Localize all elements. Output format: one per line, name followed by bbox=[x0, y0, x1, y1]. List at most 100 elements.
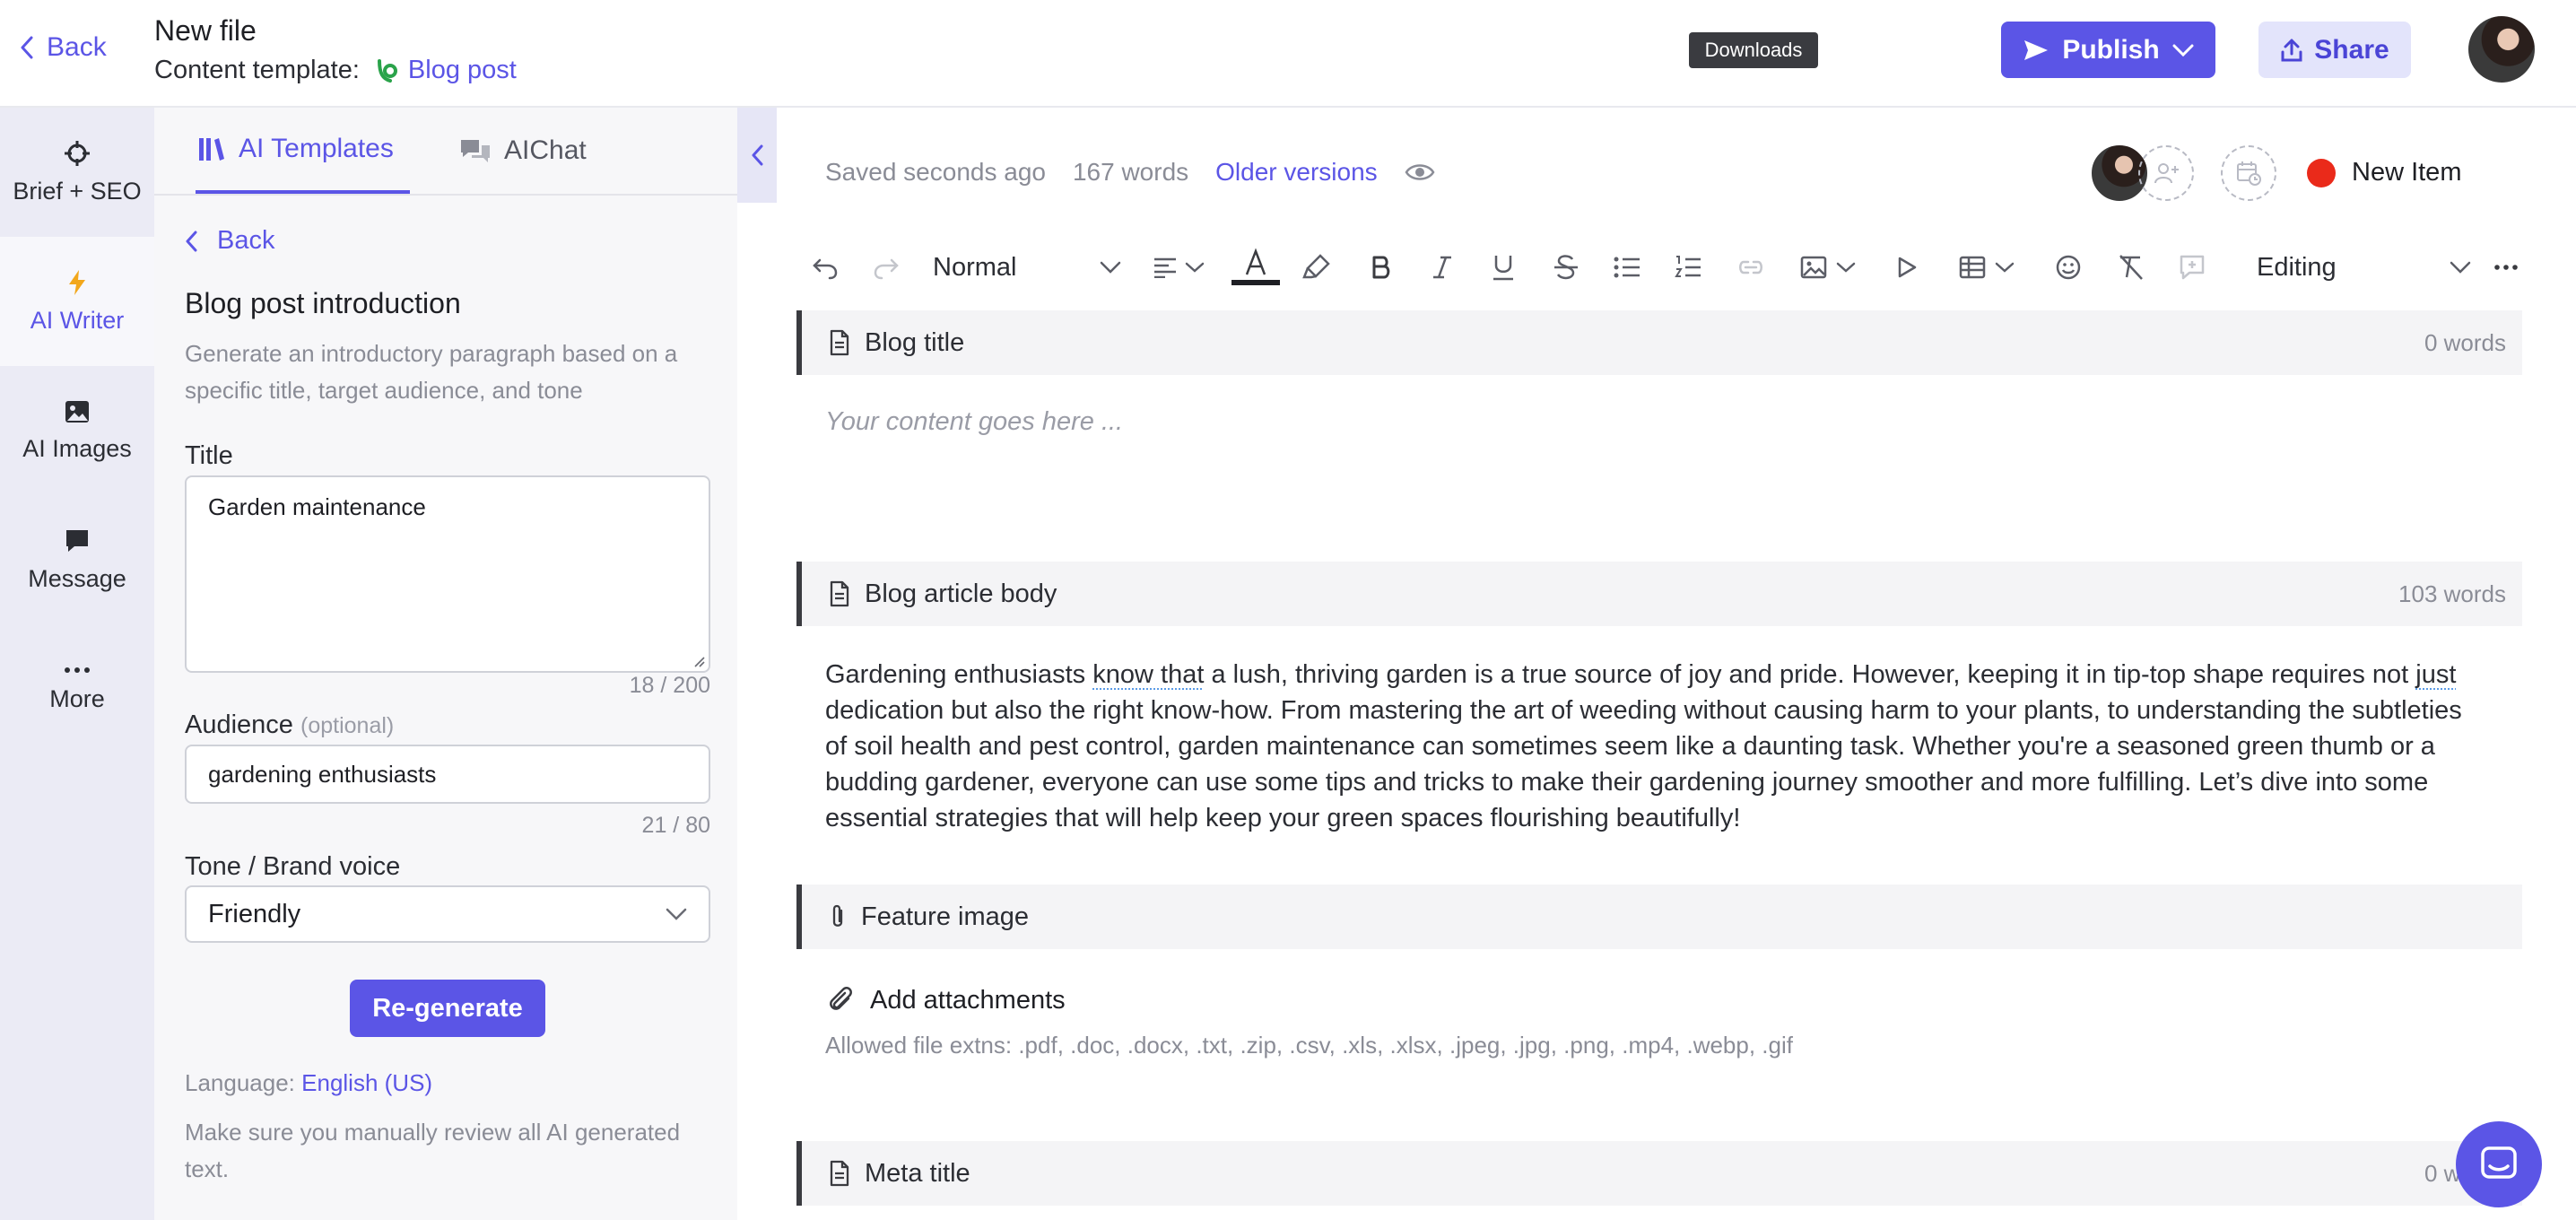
rail-label: AI Images bbox=[22, 434, 132, 462]
tone-select[interactable]: Friendly bbox=[185, 885, 710, 943]
paragraph-style-value: Normal bbox=[933, 252, 1017, 282]
rail-label: Brief + SEO bbox=[13, 177, 142, 205]
table-icon bbox=[1959, 256, 1986, 279]
grammar-suggestion[interactable]: just bbox=[2415, 660, 2456, 689]
title-textarea[interactable]: Garden maintenance bbox=[185, 475, 710, 673]
tab-aichat[interactable]: AIChat bbox=[459, 108, 587, 194]
undo-icon bbox=[813, 258, 838, 280]
emoji-button[interactable] bbox=[2050, 240, 2086, 294]
italic-button[interactable] bbox=[1424, 240, 1460, 294]
user-avatar[interactable] bbox=[2468, 16, 2535, 83]
audience-value: gardening enthusiasts bbox=[208, 760, 437, 788]
send-icon bbox=[2024, 39, 2049, 60]
insert-table-button[interactable] bbox=[1950, 240, 2023, 294]
editor-toolbar: Normal Editing bbox=[807, 240, 2518, 294]
bold-icon bbox=[1372, 256, 1390, 279]
underline-button[interactable] bbox=[1485, 240, 1521, 294]
section-blog-article-body[interactable]: Blog article body 103 words bbox=[796, 562, 2522, 626]
share-button[interactable]: Share bbox=[2258, 22, 2411, 78]
chevron-left-icon bbox=[752, 144, 763, 166]
blog-title-field[interactable]: Your content goes here ... bbox=[825, 407, 1123, 437]
rail-item-ai-images[interactable]: AI Images bbox=[0, 366, 154, 495]
bullet-list-icon bbox=[1614, 257, 1640, 278]
tab-label: AI Templates bbox=[239, 134, 394, 163]
ai-panel: AI Templates AIChat Back Blog post intro… bbox=[154, 108, 737, 1220]
template-heading: Blog post introduction bbox=[185, 287, 461, 319]
section-feature-image[interactable]: Feature image bbox=[796, 884, 2522, 949]
chevron-down-icon bbox=[2172, 44, 2194, 57]
template-link[interactable]: Blog post bbox=[408, 56, 517, 85]
panel-back-button[interactable]: Back bbox=[185, 226, 274, 256]
allowed-extensions: Allowed file extns: .pdf, .doc, .docx, .… bbox=[825, 1032, 1793, 1059]
message-icon bbox=[66, 529, 88, 552]
language-link[interactable]: English (US) bbox=[301, 1069, 432, 1096]
highlight-button[interactable] bbox=[1299, 240, 1335, 294]
numbered-list-button[interactable] bbox=[1670, 240, 1706, 294]
comment-button[interactable] bbox=[2174, 240, 2210, 294]
eye-icon[interactable] bbox=[1405, 161, 1435, 183]
emoji-icon bbox=[2056, 255, 2081, 280]
editing-mode-dropdown[interactable] bbox=[2447, 240, 2474, 294]
text-color-button[interactable] bbox=[1231, 240, 1281, 294]
upload-icon bbox=[2281, 39, 2302, 61]
chat-icon bbox=[2481, 1146, 2517, 1179]
target-icon bbox=[65, 140, 90, 166]
share-label: Share bbox=[2314, 34, 2389, 65]
blog-body-field[interactable]: Gardening enthusiasts know that a lush, … bbox=[825, 657, 2467, 836]
status-dot bbox=[2307, 158, 2336, 187]
rail-item-more[interactable]: More bbox=[0, 624, 154, 754]
regenerate-button[interactable]: Re-generate bbox=[350, 980, 545, 1037]
title-counter: 18 / 200 bbox=[629, 673, 710, 698]
underline-icon bbox=[1493, 256, 1513, 281]
template-description: Generate an introductory paragraph based… bbox=[185, 340, 678, 404]
support-chat-button[interactable] bbox=[2456, 1121, 2542, 1207]
rail-item-ai-writer[interactable]: AI Writer bbox=[0, 237, 154, 366]
document-icon bbox=[830, 580, 849, 607]
section-meta-title[interactable]: Meta title 0 words bbox=[796, 1141, 2522, 1206]
rail-item-brief-seo[interactable]: Brief + SEO bbox=[0, 108, 154, 237]
left-rail: Brief + SEO AI Writer AI Images Message … bbox=[0, 108, 154, 1220]
undo-button[interactable] bbox=[807, 240, 843, 294]
older-versions-link[interactable]: Older versions bbox=[1215, 158, 1378, 187]
insert-video-button[interactable] bbox=[1889, 240, 1925, 294]
bullet-list-button[interactable] bbox=[1609, 240, 1645, 294]
schedule-button[interactable] bbox=[2221, 145, 2276, 201]
align-button[interactable] bbox=[1144, 240, 1213, 294]
section-blog-title[interactable]: Blog title 0 words bbox=[796, 310, 2522, 375]
paragraph-style-select[interactable]: Normal bbox=[933, 240, 1121, 294]
panel-back-label: Back bbox=[217, 226, 275, 255]
grammar-suggestion[interactable]: know that bbox=[1092, 660, 1204, 689]
editing-mode-select[interactable]: Editing bbox=[2244, 240, 2337, 294]
chevron-down-icon bbox=[1995, 262, 2015, 273]
bold-button[interactable] bbox=[1363, 240, 1399, 294]
add-collaborator-button[interactable] bbox=[2138, 145, 2194, 201]
tab-ai-templates[interactable]: AI Templates bbox=[196, 108, 410, 194]
section-title: Blog title bbox=[865, 327, 965, 357]
insert-image-button[interactable] bbox=[1792, 240, 1864, 294]
back-button[interactable]: Back bbox=[20, 32, 107, 63]
downloads-tooltip: Downloads bbox=[1689, 32, 1818, 68]
add-user-icon bbox=[2154, 163, 2179, 184]
collapse-panel-button[interactable] bbox=[737, 108, 777, 203]
section-word-count: 0 words bbox=[2424, 328, 2506, 356]
resize-grip-icon[interactable] bbox=[692, 655, 705, 667]
publish-button[interactable]: Publish bbox=[2001, 22, 2215, 78]
title-value: Garden maintenance bbox=[208, 493, 426, 520]
comment-add-icon bbox=[2180, 255, 2205, 280]
chevron-down-icon bbox=[666, 908, 687, 920]
clear-format-button[interactable] bbox=[2113, 240, 2149, 294]
paperclip-icon bbox=[832, 904, 843, 927]
top-bar: Back New file Content template: Blog pos… bbox=[0, 0, 2576, 108]
lightning-icon bbox=[69, 269, 85, 295]
more-options-button[interactable] bbox=[2488, 240, 2524, 294]
rail-item-message[interactable]: Message bbox=[0, 495, 154, 624]
redo-button[interactable] bbox=[868, 240, 904, 294]
audience-input[interactable]: gardening enthusiasts bbox=[185, 745, 710, 804]
add-attachments-button[interactable]: Add attachments bbox=[825, 985, 1066, 1015]
paperclip-icon bbox=[830, 987, 852, 1010]
link-button[interactable] bbox=[1733, 240, 1769, 294]
status-indicator[interactable]: New Item bbox=[2307, 158, 2461, 187]
strikethrough-button[interactable] bbox=[1548, 240, 1584, 294]
back-label: Back bbox=[47, 32, 107, 62]
chat-bubbles-icon bbox=[461, 140, 490, 162]
